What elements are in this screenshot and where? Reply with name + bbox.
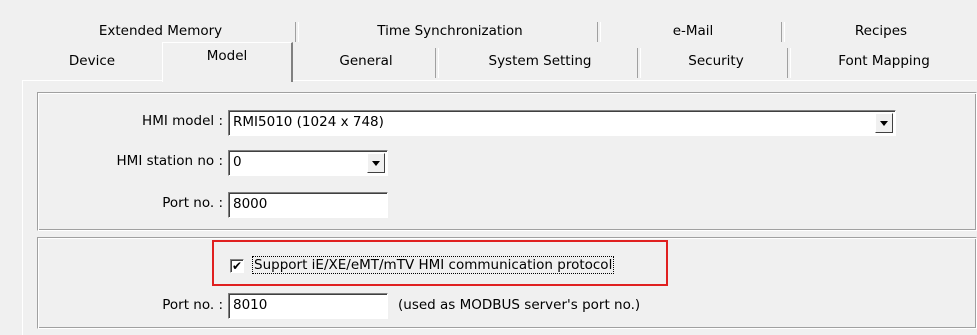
tab-recipes[interactable]: Recipes bbox=[785, 18, 977, 44]
chevron-down-icon[interactable] bbox=[367, 153, 385, 173]
tab-email[interactable]: e-Mail bbox=[601, 18, 785, 44]
tab-label: Device bbox=[68, 53, 116, 69]
chevron-down-icon[interactable] bbox=[875, 113, 893, 133]
tab-label: General bbox=[339, 53, 393, 69]
hmi-model-label: HMI model : bbox=[142, 113, 223, 129]
tab-label: Extended Memory bbox=[98, 23, 223, 39]
port-input[interactable]: 8000 bbox=[228, 192, 388, 218]
check-icon: ✔ bbox=[231, 259, 243, 273]
tab-device[interactable]: Device bbox=[22, 44, 162, 80]
hmi-station-label: HMI station no : bbox=[116, 153, 223, 169]
hmi-model-select[interactable]: RMI5010 (1024 x 748) bbox=[228, 110, 896, 136]
modbus-port-input[interactable]: 8010 bbox=[228, 293, 388, 319]
tab-extended-memory[interactable]: Extended Memory bbox=[22, 18, 299, 44]
tab-font-mapping[interactable]: Font Mapping bbox=[791, 44, 977, 80]
modbus-port-value: 8010 bbox=[233, 297, 268, 313]
support-protocol-checkbox[interactable]: ✔ bbox=[230, 259, 244, 273]
tab-label: e-Mail bbox=[672, 23, 714, 39]
tab-model[interactable]: Model bbox=[162, 42, 293, 82]
tab-time-synchronization[interactable]: Time Synchronization bbox=[299, 18, 601, 44]
modbus-port-label: Port no. : bbox=[162, 297, 223, 313]
hmi-model-value: RMI5010 (1024 x 748) bbox=[233, 114, 384, 130]
tab-security[interactable]: Security bbox=[641, 44, 791, 80]
port-value: 8000 bbox=[233, 196, 268, 212]
tab-label: Model bbox=[206, 48, 248, 64]
modbus-port-note: (used as MODBUS server's port no.) bbox=[398, 297, 641, 313]
tab-label: Recipes bbox=[854, 23, 908, 39]
hmi-station-select[interactable]: 0 bbox=[228, 150, 388, 176]
tab-label: Security bbox=[688, 53, 744, 69]
tab-system-setting[interactable]: System Setting bbox=[439, 44, 641, 80]
tab-label: Time Synchronization bbox=[377, 23, 523, 39]
hmi-station-value: 0 bbox=[233, 154, 242, 170]
tab-general[interactable]: General bbox=[293, 44, 439, 80]
tab-label: System Setting bbox=[488, 53, 592, 69]
tab-label: Font Mapping bbox=[838, 53, 930, 69]
support-protocol-label[interactable]: Support iE/XE/eMT/mTV HMI communication … bbox=[252, 256, 615, 274]
port-label: Port no. : bbox=[162, 195, 223, 211]
